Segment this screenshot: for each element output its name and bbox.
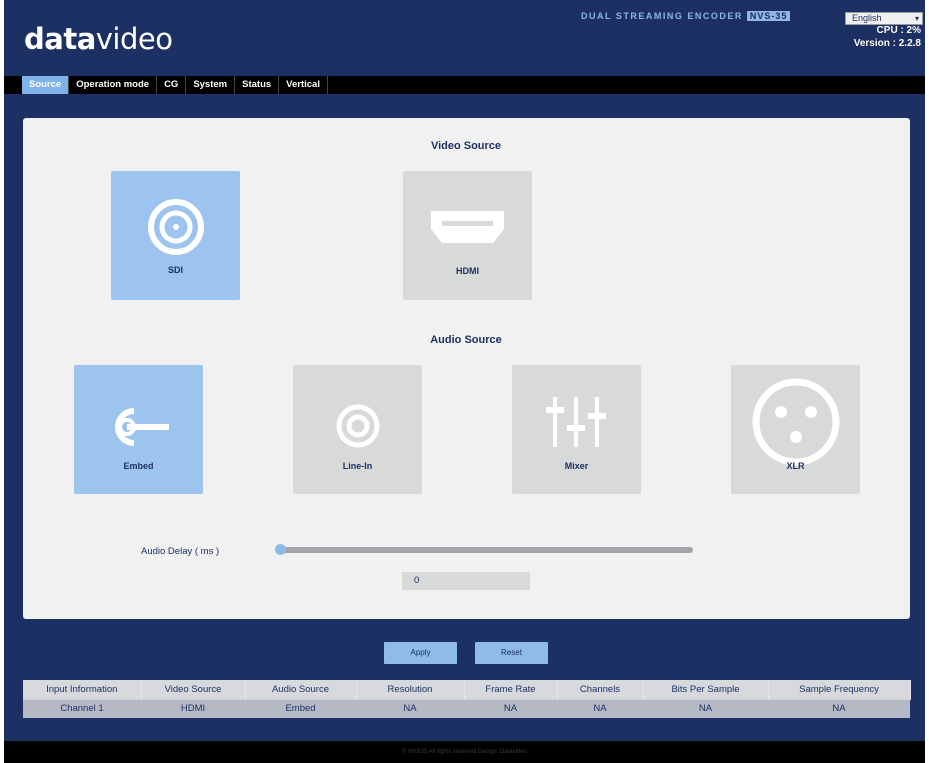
audio-source-xlr[interactable]: XLR <box>731 365 860 494</box>
tab-source[interactable]: Source <box>22 76 70 94</box>
audio-delay-slider-track[interactable] <box>280 547 693 553</box>
reset-button[interactable]: Reset <box>475 642 548 664</box>
video-source-hdmi[interactable]: HDMI <box>403 171 532 300</box>
chevron-down-icon: ▾ <box>914 14 919 23</box>
line-in-icon <box>336 404 380 448</box>
hdmi-label: HDMI <box>456 266 479 276</box>
table-header: Sample Frequency <box>768 680 911 699</box>
product-name: DUAL STREAMING ENCODER <box>581 11 743 21</box>
product-title: DUAL STREAMING ENCODER NVS-35 <box>581 11 791 21</box>
table-header: Bits Per Sample <box>643 680 769 699</box>
xlr-icon <box>752 378 840 466</box>
app-frame: datavideo DUAL STREAMING ENCODER NVS-35 E… <box>4 0 925 763</box>
video-source-sdi[interactable]: SDI <box>111 171 240 300</box>
table-header: Resolution <box>356 680 465 699</box>
language-selected: English <box>852 13 882 23</box>
tab-status[interactable]: Status <box>235 76 280 94</box>
sdi-icon <box>148 199 204 255</box>
table-cell: NA <box>768 698 910 718</box>
table-cell: NA <box>464 698 557 718</box>
hdmi-icon <box>431 211 504 243</box>
input-info-table: Input Information Video Source Audio Sou… <box>23 680 911 718</box>
table-cell: HDMI <box>141 698 245 718</box>
line-in-label: Line-In <box>342 461 373 471</box>
logo-light-text: video <box>95 22 173 56</box>
audio-delay-label: Audio Delay ( ms ) <box>141 546 220 557</box>
audio-delay-value[interactable]: 0 <box>402 572 530 590</box>
video-source-title: Video Source <box>430 140 502 152</box>
audio-source-embed[interactable]: Embed <box>74 365 203 494</box>
model-badge: NVS-35 <box>746 11 791 21</box>
datavideo-logo: datavideo <box>24 22 173 56</box>
footer: © NVS35 All rights reserved Design: Data… <box>4 741 925 763</box>
tab-operation-mode[interactable]: Operation mode <box>69 76 158 94</box>
source-panel: Video Source SDI HDMI Audio Source Embed… <box>23 118 910 619</box>
table-header: Frame Rate <box>464 680 558 699</box>
audio-delay-slider-thumb[interactable] <box>275 544 286 555</box>
table-header: Input Information <box>23 680 142 699</box>
table-cell: NA <box>557 698 643 718</box>
language-select[interactable]: English ▾ <box>845 12 923 25</box>
audio-source-mixer[interactable]: Mixer <box>512 365 641 494</box>
mixer-label: Mixer <box>564 461 589 471</box>
table-cell: Embed <box>245 698 356 718</box>
table-cell: NA <box>643 698 768 718</box>
apply-button[interactable]: Apply <box>384 642 457 664</box>
table-header: Audio Source <box>245 680 357 699</box>
tab-system[interactable]: System <box>186 76 236 94</box>
table-row: Channel 1 HDMI Embed NA NA NA NA NA <box>23 698 910 718</box>
xlr-label: XLR <box>786 461 805 471</box>
embed-label: Embed <box>123 461 154 471</box>
table-header: Video Source <box>141 680 246 699</box>
firmware-version: Version : 2.2.8 <box>853 38 921 49</box>
table-header-row: Input Information Video Source Audio Sou… <box>23 680 911 699</box>
sdi-label: SDI <box>167 265 183 275</box>
logo-bold-text: data <box>24 22 96 56</box>
audio-source-title: Audio Source <box>430 334 502 346</box>
embed-icon <box>115 408 169 446</box>
table-cell: NA <box>356 698 464 718</box>
cpu-usage: CPU : 2% <box>876 25 921 36</box>
audio-source-line-in[interactable]: Line-In <box>293 365 422 494</box>
mixer-icon <box>546 397 606 447</box>
table-cell: Channel 1 <box>23 698 141 718</box>
tab-cg[interactable]: CG <box>157 76 187 94</box>
nav-tabs: Source Operation mode CG System Status V… <box>22 76 328 94</box>
tab-vertical[interactable]: Vertical <box>279 76 328 94</box>
table-header: Channels <box>557 680 644 699</box>
